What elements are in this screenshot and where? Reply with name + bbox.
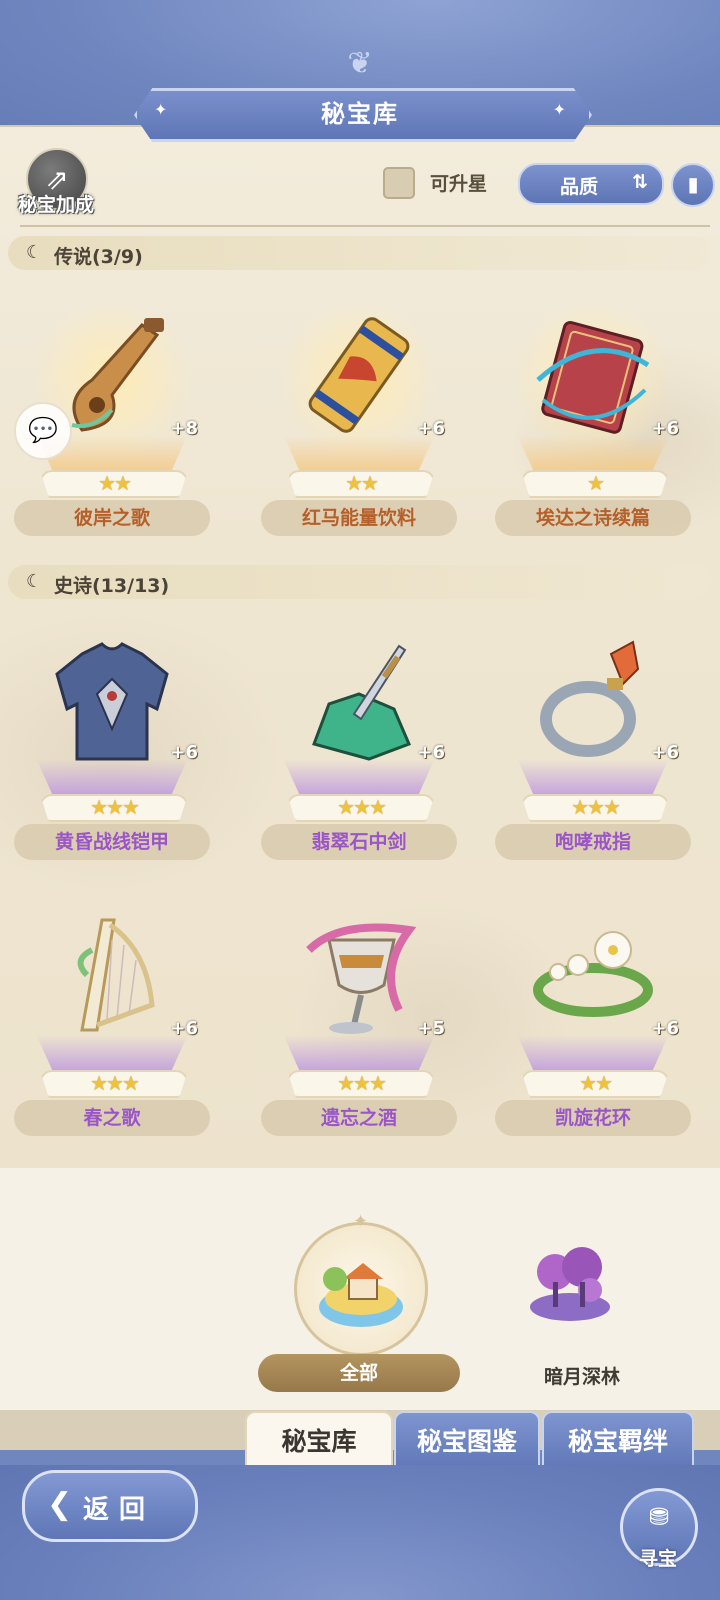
treasure-card[interactable]: +6 ★★★ 咆哮戒指 bbox=[493, 614, 693, 874]
treasure-card[interactable]: +6 ★★★ 春之歌 bbox=[12, 890, 212, 1150]
sword-in-stone-icon bbox=[312, 644, 411, 761]
treasure-card[interactable]: +6 ★★ 凯旋花环 bbox=[493, 890, 693, 1150]
treasure-name: 凯旋花环 bbox=[495, 1100, 691, 1136]
treasure-name: 红马能量饮料 bbox=[261, 500, 457, 536]
treasure-hunt-label[interactable]: 寻宝 bbox=[622, 1544, 694, 1571]
crest-icon: ❦ bbox=[347, 46, 373, 81]
back-arrow-icon: ❮ bbox=[47, 1487, 73, 1522]
region-dark-moon-forest-label[interactable]: 暗月深林 bbox=[522, 1362, 642, 1389]
star-rating: ★★★ bbox=[287, 794, 435, 822]
star-rating: ★★ bbox=[287, 470, 435, 498]
star-rating: ★★★ bbox=[521, 794, 669, 822]
title-banner: ❦ ✦ ✦ 秘宝库 bbox=[120, 46, 600, 142]
upgradable-checkbox[interactable] bbox=[383, 167, 415, 199]
region-dark-moon-forest-button[interactable] bbox=[520, 1232, 620, 1332]
treasure-card[interactable]: +6 ★★ 红马能量饮料 bbox=[259, 290, 459, 550]
section-header-epic: ☾ 史诗(13/13) bbox=[8, 565, 712, 599]
treasure-name: 春之歌 bbox=[14, 1100, 210, 1136]
level-bonus: +6 bbox=[651, 418, 679, 439]
level-bonus: +5 bbox=[417, 1018, 445, 1039]
level-bonus: +6 bbox=[417, 418, 445, 439]
treasure-card[interactable]: +6 ★ 埃达之诗续篇 bbox=[493, 290, 693, 550]
chat-bubble-icon[interactable]: 💬 bbox=[14, 402, 72, 460]
level-bonus: +6 bbox=[651, 742, 679, 763]
sparkle-icon: ✦ bbox=[353, 1211, 369, 1232]
section-title: 史诗(13/13) bbox=[54, 575, 170, 597]
page-title: 秘宝库 bbox=[321, 100, 399, 128]
divider bbox=[20, 225, 710, 227]
treasure-card[interactable]: +5 ★★★ 遗忘之酒 bbox=[259, 890, 459, 1150]
energy-drink-can-icon bbox=[308, 317, 410, 433]
level-bonus: +8 bbox=[170, 418, 198, 439]
wine-cup-icon bbox=[306, 923, 417, 1034]
moon-icon: ☾ bbox=[26, 242, 43, 263]
treasure-name: 咆哮戒指 bbox=[495, 824, 691, 860]
star-rating: ★★★ bbox=[40, 1070, 188, 1098]
back-button[interactable]: ❮ 返回 bbox=[22, 1470, 198, 1542]
treasure-name: 翡翠石中剑 bbox=[261, 824, 457, 860]
ring-icon bbox=[540, 640, 640, 757]
section-header-legend: ☾ 传说(3/9) bbox=[8, 236, 712, 270]
star-rating: ★★ bbox=[40, 470, 188, 498]
treasure-name: 黄昏战线铠甲 bbox=[14, 824, 210, 860]
sort-quality-button[interactable]: 品质 ⇅ bbox=[518, 163, 664, 205]
back-label: 返回 bbox=[83, 1495, 156, 1525]
tab-treasure-codex[interactable]: 秘宝图鉴 bbox=[394, 1411, 540, 1473]
level-bonus: +6 bbox=[170, 742, 198, 763]
treasure-chest-icon: ⛃ bbox=[648, 1503, 670, 1531]
star-rating: ★ bbox=[521, 470, 669, 498]
treasure-card[interactable]: +6 ★★★ 黄昏战线铠甲 bbox=[12, 614, 212, 874]
region-all-label[interactable]: 全部 bbox=[258, 1354, 460, 1392]
level-bonus: +6 bbox=[417, 742, 445, 763]
treasure-card[interactable]: +6 ★★★ 翡翠石中剑 bbox=[259, 614, 459, 874]
level-bonus: +6 bbox=[651, 1018, 679, 1039]
region-all-button[interactable]: ✦ bbox=[294, 1211, 428, 1356]
star-rating: ★★★ bbox=[287, 1070, 435, 1098]
sort-arrows-icon: ⇅ bbox=[632, 171, 648, 193]
treasure-bonus-label[interactable]: 秘宝加成 bbox=[6, 190, 106, 217]
island-house-icon bbox=[319, 1263, 403, 1327]
treasure-name: 埃达之诗续篇 bbox=[495, 500, 691, 536]
treasure-name: 遗忘之酒 bbox=[261, 1100, 457, 1136]
tab-treasury[interactable]: 秘宝库 bbox=[245, 1411, 393, 1473]
tab-treasure-bonds[interactable]: 秘宝羁绊 bbox=[542, 1411, 694, 1473]
sort-label: 品质 bbox=[560, 176, 599, 198]
moon-icon: ☾ bbox=[26, 571, 43, 592]
upgradable-label[interactable]: 可升星 bbox=[430, 169, 487, 196]
treasure-name: 彼岸之歌 bbox=[14, 500, 210, 536]
star-rating: ★★★ bbox=[40, 794, 188, 822]
level-bonus: +6 bbox=[170, 1018, 198, 1039]
book-icon[interactable]: ▮ bbox=[671, 163, 715, 207]
flower-wreath-icon bbox=[533, 931, 653, 1017]
harp-icon bbox=[77, 918, 155, 1032]
star-rating: ★★ bbox=[521, 1070, 669, 1098]
armor-icon bbox=[55, 642, 169, 761]
spellbook-icon bbox=[536, 321, 650, 434]
section-title: 传说(3/9) bbox=[54, 246, 143, 268]
purple-forest-icon bbox=[530, 1247, 610, 1321]
